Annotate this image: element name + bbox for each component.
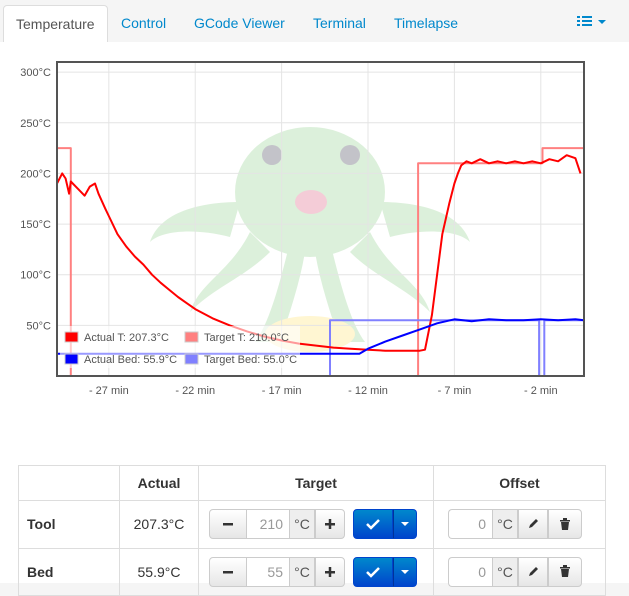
legend-label-2: Actual Bed: 55.9°C [84, 354, 177, 366]
tab-timelapse[interactable]: Timelapse [382, 5, 470, 43]
caret-down-icon [401, 569, 409, 574]
minus-icon [223, 523, 233, 526]
bed-target-unit: °C [289, 556, 315, 587]
legend-swatch-1 [184, 331, 199, 343]
bed-edit-offset-button[interactable] [518, 556, 548, 587]
plus-icon [325, 519, 335, 530]
bed-target-input[interactable] [247, 556, 289, 587]
tool-actual-temp: 207.3°C [119, 500, 199, 549]
bed-offset-input[interactable] [448, 556, 492, 587]
x-tick-label: - 22 min [175, 385, 215, 397]
y-tick-label: 300°C [20, 67, 51, 79]
bed-offset-controls: °C [433, 547, 606, 596]
caret-down-icon [401, 522, 409, 527]
header-offset: Offset [433, 464, 606, 502]
y-tick-label: 100°C [20, 270, 51, 282]
bed-offset-unit: °C [492, 556, 518, 587]
tool-decrease-button[interactable] [209, 509, 247, 540]
y-tick-label: 150°C [20, 219, 51, 231]
check-icon [366, 519, 380, 531]
tool-target-controls: °C [198, 500, 434, 549]
row-label-tool: Tool [18, 500, 120, 549]
bed-target-controls: °C [198, 547, 434, 596]
caret-down-icon [598, 20, 606, 24]
tab-bar: Temperature Control GCode Viewer Termina… [0, 0, 629, 44]
more-tabs-dropdown[interactable] [577, 14, 607, 30]
bed-actual-temp: 55.9°C [119, 547, 199, 596]
bed-increase-button[interactable] [315, 556, 345, 587]
tool-target-unit: °C [289, 509, 315, 540]
trash-icon [560, 565, 570, 578]
tool-edit-offset-button[interactable] [518, 509, 548, 540]
bed-delete-offset-button[interactable] [548, 556, 582, 587]
legend-label-0: Actual T: 207.3°C [84, 332, 169, 344]
tool-offset-controls: °C [433, 500, 606, 549]
legend-swatch-3 [184, 353, 199, 365]
tool-target-dropdown[interactable] [393, 509, 417, 540]
x-tick-label: - 17 min [262, 385, 302, 397]
temperature-table: Actual Target Offset Tool 207.3°C °C [18, 464, 606, 596]
tool-delete-offset-button[interactable] [548, 509, 582, 540]
tool-set-target-button[interactable] [353, 509, 393, 540]
pencil-icon [529, 519, 538, 529]
x-tick-label: - 2 min [524, 385, 558, 397]
trash-icon [560, 517, 570, 530]
tab-control[interactable]: Control [109, 5, 178, 43]
x-tick-label: - 7 min [438, 385, 472, 397]
octoprint-logo-watermark [150, 127, 470, 352]
tool-target-input[interactable] [247, 509, 289, 540]
tool-increase-button[interactable] [315, 509, 345, 540]
table-row-bed: Bed 55.9°C °C [18, 547, 606, 596]
y-tick-label: 250°C [20, 118, 51, 130]
x-tick-label: - 27 min [89, 385, 129, 397]
tool-offset-input[interactable] [448, 509, 492, 540]
temperature-graph: 50°C 100°C 150°C 200°C 250°C 300°C - 27 min - 2… [20, 61, 585, 397]
header-actual: Actual [119, 464, 199, 502]
check-icon [366, 566, 380, 578]
legend-swatch-2 [64, 353, 79, 365]
bed-decrease-button[interactable] [209, 556, 247, 587]
tool-offset-unit: °C [492, 509, 518, 540]
tab-gcode-viewer[interactable]: GCode Viewer [182, 5, 297, 43]
legend-label-1: Target T: 210.0°C [204, 332, 289, 344]
plus-icon [325, 566, 335, 577]
bed-target-dropdown[interactable] [393, 556, 417, 587]
bed-set-target-button[interactable] [353, 556, 393, 587]
tab-temperature[interactable]: Temperature [3, 5, 108, 44]
tab-terminal[interactable]: Terminal [301, 5, 378, 43]
header-empty [18, 464, 120, 502]
pencil-icon [529, 566, 538, 576]
table-row-tool: Tool 207.3°C °C [18, 500, 606, 549]
minus-icon [223, 570, 233, 574]
header-target: Target [198, 464, 434, 502]
y-tick-label: 50°C [26, 320, 51, 332]
y-tick-label: 200°C [20, 168, 51, 180]
temperature-panel: 50°C 100°C 150°C 200°C 250°C 300°C - 27 min - 2… [0, 42, 629, 596]
x-tick-label: - 12 min [348, 385, 388, 397]
legend-label-3: Target Bed: 55.0°C [204, 354, 297, 366]
list-icon [577, 16, 606, 26]
row-label-bed: Bed [18, 547, 120, 596]
legend-swatch-0 [64, 331, 79, 343]
